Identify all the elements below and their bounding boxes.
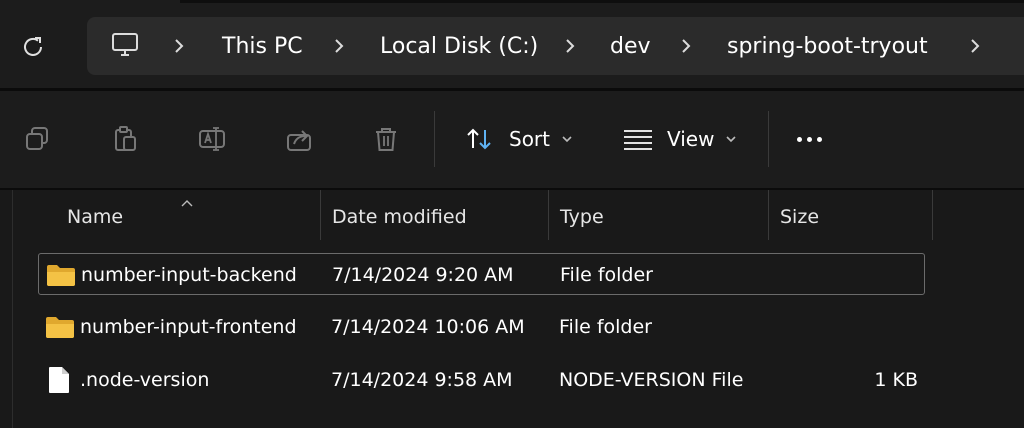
share-button[interactable]	[283, 123, 315, 155]
breadcrumb-local-disk[interactable]: Local Disk (C:)	[380, 17, 538, 75]
file-row[interactable]: number-input-frontend 7/14/2024 10:06 AM…	[38, 306, 925, 348]
sort-icon	[467, 128, 491, 150]
file-name: number-input-frontend	[80, 316, 297, 338]
paste-button[interactable]	[109, 123, 141, 155]
breadcrumb-spring-boot-tryout[interactable]: spring-boot-tryout	[727, 17, 928, 75]
title-bar-edge	[180, 0, 1024, 3]
share-icon	[287, 130, 311, 151]
sort-button[interactable]: Sort	[465, 119, 572, 159]
breadcrumb-dev[interactable]: dev	[610, 17, 651, 75]
file-date: 7/14/2024 9:58 AM	[331, 369, 513, 391]
folder-icon	[46, 263, 76, 291]
file-type: NODE-VERSION File	[559, 369, 744, 391]
address-row: This PC Local Disk (C:) dev spring-boot-…	[0, 0, 1024, 88]
rename-button[interactable]	[196, 123, 228, 155]
file-date: 7/14/2024 10:06 AM	[331, 316, 525, 338]
column-divider[interactable]	[320, 190, 321, 240]
chevron-right-icon[interactable]	[969, 17, 981, 75]
clipboard-icon	[115, 126, 136, 151]
refresh-button[interactable]	[16, 30, 50, 64]
ellipsis-icon	[817, 137, 822, 142]
monitor-icon	[111, 31, 139, 63]
copy-button[interactable]	[21, 123, 53, 155]
file-name: .node-version	[80, 369, 210, 391]
file-list: Name Date modified Type Size number-inpu…	[0, 190, 1024, 428]
pane-edge	[12, 190, 13, 428]
breadcrumb-this-pc[interactable]: This PC	[222, 17, 303, 75]
column-header-date-modified[interactable]: Date modified	[332, 202, 467, 232]
rename-icon	[199, 127, 225, 151]
command-bar: Sort View	[0, 91, 1024, 188]
column-header-name[interactable]: Name	[67, 202, 123, 232]
file-icon	[48, 366, 70, 398]
list-view-icon	[624, 130, 652, 150]
column-header-type[interactable]: Type	[560, 202, 604, 232]
chevron-right-icon[interactable]	[680, 17, 692, 75]
file-name: number-input-backend	[81, 264, 297, 286]
sort-ascending-icon	[180, 192, 194, 211]
file-row[interactable]: .node-version 7/14/2024 9:58 AM NODE-VER…	[38, 359, 925, 401]
view-button[interactable]: View	[623, 119, 737, 159]
column-divider[interactable]	[768, 190, 769, 240]
file-type: File folder	[560, 264, 653, 286]
trash-icon	[376, 128, 396, 151]
delete-button[interactable]	[370, 123, 402, 155]
sort-label: Sort	[509, 127, 550, 151]
chevron-down-icon	[726, 136, 737, 143]
file-type: File folder	[559, 316, 652, 338]
view-label: View	[667, 127, 715, 151]
address-bar[interactable]: This PC Local Disk (C:) dev spring-boot-…	[87, 17, 1024, 75]
toolbar-separator	[768, 111, 769, 167]
chevron-right-icon[interactable]	[564, 17, 576, 75]
column-header-size[interactable]: Size	[780, 202, 819, 232]
file-row[interactable]: number-input-backend 7/14/2024 9:20 AM F…	[38, 253, 925, 295]
copy-icon	[26, 127, 48, 150]
refresh-icon	[24, 37, 42, 56]
ellipsis-icon	[807, 137, 812, 142]
toolbar-separator	[434, 111, 435, 167]
ellipsis-icon	[797, 137, 802, 142]
more-options-button[interactable]	[797, 137, 822, 142]
column-divider[interactable]	[548, 190, 549, 240]
chevron-right-icon[interactable]	[333, 17, 345, 75]
chevron-down-icon	[562, 136, 572, 143]
file-size: 1 KB	[874, 369, 918, 391]
column-divider[interactable]	[932, 190, 933, 240]
folder-icon	[45, 315, 75, 343]
file-date: 7/14/2024 9:20 AM	[332, 264, 514, 286]
chevron-right-icon[interactable]	[173, 17, 185, 75]
